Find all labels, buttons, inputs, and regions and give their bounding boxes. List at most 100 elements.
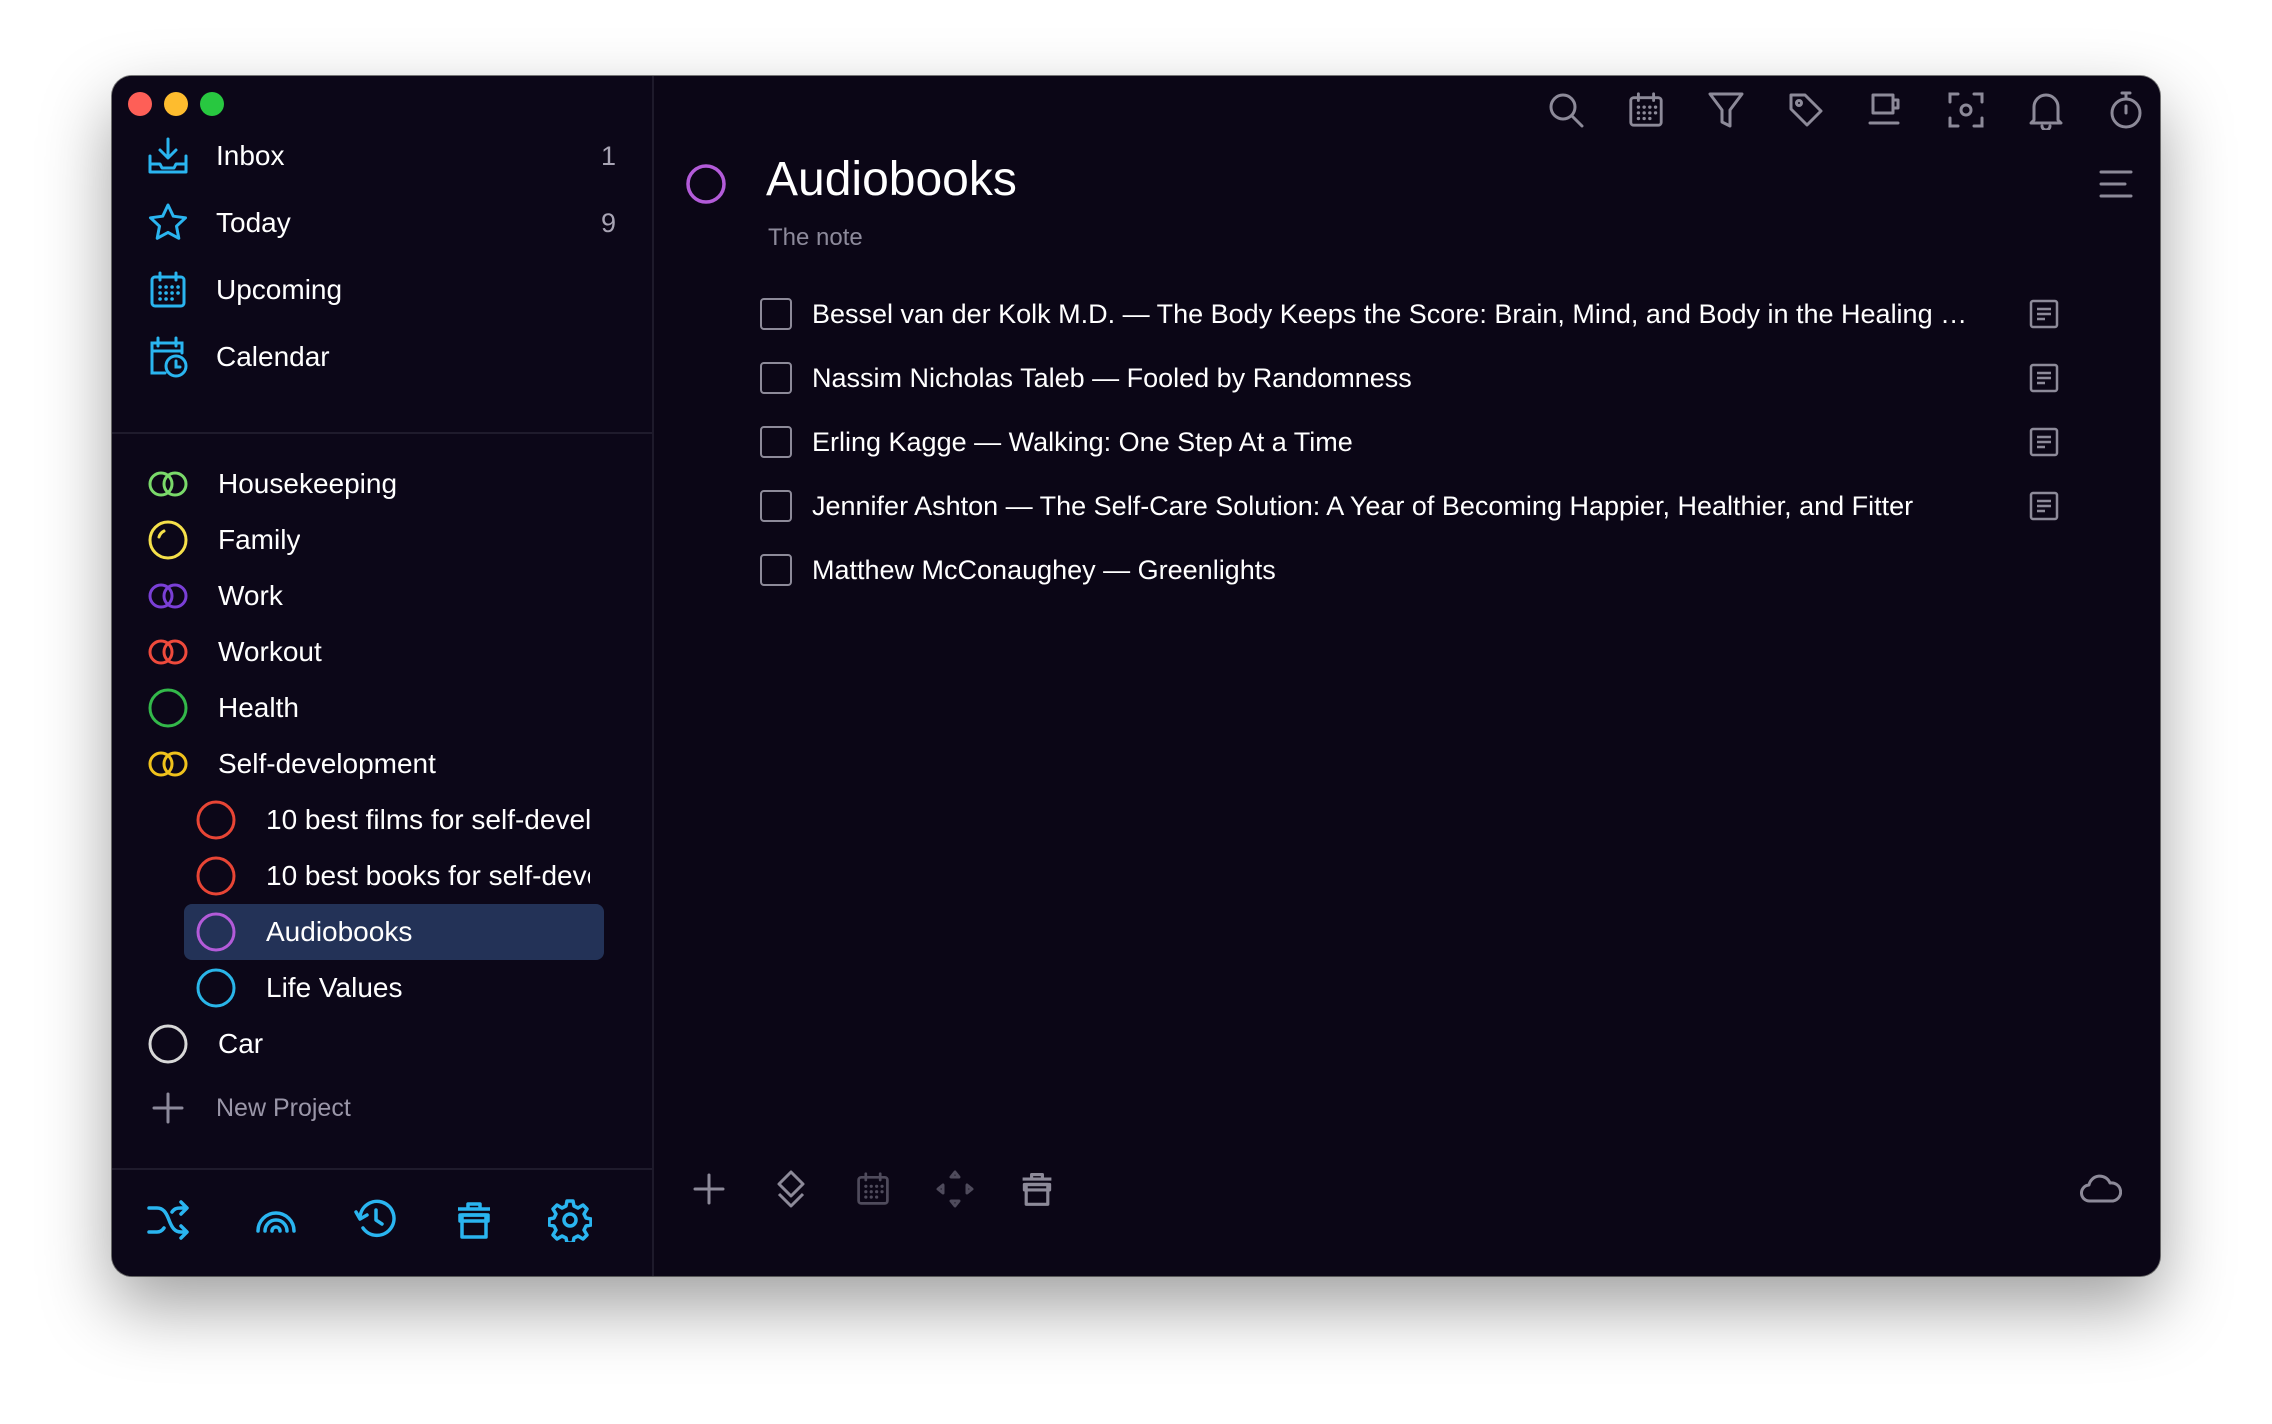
task-title: Bessel van der Kolk M.D. — The Body Keep… [812, 298, 1972, 329]
task-checkbox[interactable] [760, 362, 792, 394]
task-row[interactable]: Erling Kagge — Walking: One Step At a Ti… [760, 412, 2059, 472]
add-task-icon[interactable] [686, 1166, 732, 1212]
nav-label: Upcoming [216, 274, 343, 305]
task-checkbox[interactable] [760, 490, 792, 522]
minimize-window-button[interactable] [164, 92, 188, 116]
task-checkbox[interactable] [760, 426, 792, 458]
project-label: Workout [218, 636, 322, 667]
search-icon[interactable] [1544, 88, 1588, 132]
nav-count: 9 [600, 207, 616, 238]
cloud-sync-icon[interactable] [2078, 1166, 2124, 1212]
project-label: Family [218, 524, 301, 555]
double-ring-icon [146, 462, 190, 506]
project-label: Housekeeping [218, 468, 398, 499]
project-item[interactable]: Workout [112, 624, 652, 680]
move-arrows-icon[interactable] [932, 1166, 978, 1212]
project-item[interactable]: Housekeeping [112, 456, 652, 512]
nav-item-inbox[interactable]: Inbox 1 [112, 124, 652, 188]
project-label: Car [218, 1028, 264, 1059]
task-checkbox[interactable] [760, 298, 792, 330]
subproject-item-selected[interactable]: Audiobooks [112, 904, 652, 960]
zoom-window-button[interactable] [200, 92, 224, 116]
main-panel: Audiobooks The note Bessel van der Kolk … [654, 76, 2160, 1276]
double-ring-icon [146, 742, 190, 786]
sidebar: Inbox 1 Today 9 Upcoming Calendar Housek… [112, 76, 654, 1276]
project-label: Self-development [218, 748, 436, 779]
task-title: Nassim Nicholas Taleb — Fooled by Random… [812, 362, 1412, 393]
rainbow-icon[interactable] [252, 1196, 300, 1244]
ring-icon [194, 910, 238, 954]
project-label: 10 best books for self-development [266, 860, 590, 891]
window-controls [128, 92, 224, 116]
task-title: Erling Kagge — Walking: One Step At a Ti… [812, 426, 1353, 457]
star-icon [146, 201, 190, 245]
nav-item-calendar[interactable]: Calendar [112, 325, 652, 389]
calendar-clock-icon [146, 335, 190, 379]
task-row[interactable]: Matthew McConaughey — Greenlights [760, 540, 2040, 600]
nav-item-today[interactable]: Today 9 [112, 191, 652, 255]
tag-icon[interactable] [1784, 88, 1828, 132]
note-icon [2028, 426, 2060, 458]
coffee-icon[interactable] [1864, 88, 1908, 132]
calendar-grid-icon[interactable] [1624, 88, 1668, 132]
bell-icon[interactable] [2024, 88, 2068, 132]
trash-icon[interactable] [450, 1196, 498, 1244]
project-item[interactable]: Self-development [112, 736, 652, 792]
nav-label: Inbox [216, 140, 285, 171]
subproject-item[interactable]: Life Values [112, 960, 652, 1016]
project-label: Health [218, 692, 299, 723]
menu-icon[interactable] [2096, 164, 2136, 204]
project-label: Work [218, 580, 283, 611]
project-item[interactable]: Work [112, 568, 652, 624]
double-ring-icon [146, 574, 190, 618]
ring-icon [194, 798, 238, 842]
project-label: Audiobooks [266, 916, 413, 947]
plus-icon [148, 1088, 188, 1128]
task-row[interactable]: Bessel van der Kolk M.D. — The Body Keep… [760, 284, 2059, 344]
move-up-down-icon[interactable] [768, 1166, 814, 1212]
page-title: Audiobooks [766, 153, 1017, 206]
ring-icon [146, 686, 190, 730]
project-item[interactable]: Car [112, 1016, 652, 1072]
app-window: Inbox 1 Today 9 Upcoming Calendar Housek… [112, 76, 2160, 1276]
trash-icon[interactable] [1014, 1166, 1060, 1212]
task-row[interactable]: Jennifer Ashton — The Self-Care Solution… [760, 476, 2059, 536]
task-checkbox[interactable] [760, 554, 792, 586]
subproject-item[interactable]: 10 best books for self-development [112, 848, 652, 904]
project-ring-icon[interactable] [684, 162, 728, 206]
focus-icon[interactable] [1944, 88, 1988, 132]
new-project-button[interactable]: New Project [112, 1080, 652, 1136]
timer-icon[interactable] [2104, 88, 2148, 132]
calendar-grid-icon [146, 268, 190, 312]
note-icon [2028, 362, 2060, 394]
sidebar-divider [112, 432, 652, 434]
history-icon[interactable] [352, 1196, 400, 1244]
sidebar-footer [112, 1196, 652, 1252]
double-ring-icon [146, 630, 190, 674]
sidebar-divider [112, 1168, 652, 1170]
project-item[interactable]: Health [112, 680, 652, 736]
note-icon [2028, 298, 2060, 330]
task-title: Jennifer Ashton — The Self-Care Solution… [812, 490, 1914, 521]
shuffle-icon[interactable] [144, 1196, 192, 1244]
calendar-grid-icon[interactable] [850, 1166, 896, 1212]
nav-item-upcoming[interactable]: Upcoming [112, 258, 652, 322]
task-title: Matthew McConaughey — Greenlights [812, 554, 1276, 585]
project-note[interactable]: The note [768, 224, 863, 252]
inbox-icon [146, 134, 190, 178]
ring-icon [194, 854, 238, 898]
subproject-item[interactable]: 10 best films for self-development [112, 792, 652, 848]
filter-icon[interactable] [1704, 88, 1748, 132]
project-label: 10 best films for self-development [266, 804, 590, 835]
note-icon [2028, 490, 2060, 522]
task-row[interactable]: Nassim Nicholas Taleb — Fooled by Random… [760, 348, 2059, 408]
project-item[interactable]: Family [112, 512, 652, 568]
nav-count: 1 [600, 140, 616, 171]
nav-label: Today [216, 207, 291, 238]
ring-icon [146, 518, 190, 562]
ring-icon [194, 966, 238, 1010]
new-project-label: New Project [216, 1093, 351, 1122]
close-window-button[interactable] [128, 92, 152, 116]
gear-icon[interactable] [546, 1196, 594, 1244]
ring-icon [146, 1022, 190, 1066]
